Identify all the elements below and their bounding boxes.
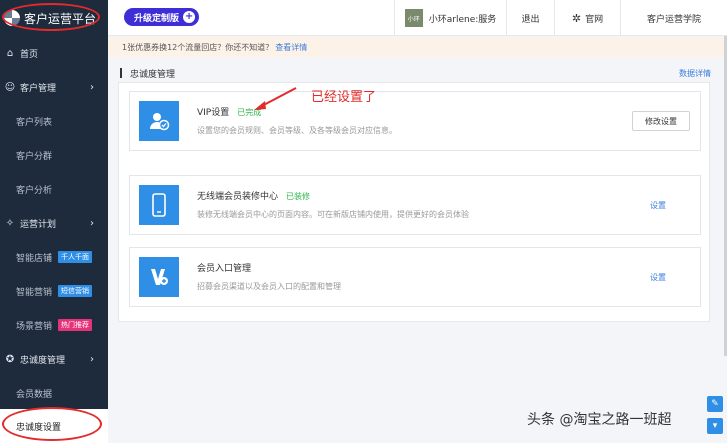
- annotation-arrow-icon: [254, 87, 297, 110]
- edit-icon[interactable]: ✎: [707, 396, 723, 412]
- watermark: 头条 @淘宝之路一班超: [527, 412, 672, 428]
- chevron-down-icon[interactable]: ▾: [707, 418, 723, 434]
- annotation-text: 已经设置了: [311, 90, 377, 105]
